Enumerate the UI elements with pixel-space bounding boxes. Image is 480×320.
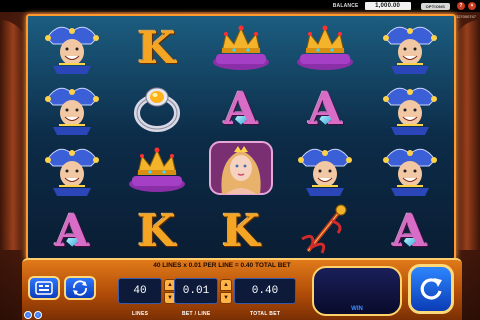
reel-cell: K — [114, 201, 198, 262]
reel-cell: A — [283, 79, 367, 140]
reel-cell: A — [30, 201, 114, 262]
jester-symbol — [39, 18, 105, 79]
reel-cell — [283, 18, 367, 79]
king-symbol: K — [137, 205, 176, 257]
reel-cell — [199, 140, 283, 201]
reel-cell — [283, 140, 367, 201]
win-display: WIN — [312, 266, 402, 316]
footer-icons: ♪ i — [24, 311, 42, 319]
status-bar: BALANCE 1,000.00 OPTIONS ? × — [0, 0, 480, 12]
spin-icon — [420, 278, 442, 300]
jester-symbol — [292, 140, 358, 201]
paytable-button[interactable] — [28, 276, 60, 300]
king-symbol: K — [137, 22, 176, 74]
reel-cell — [114, 79, 198, 140]
reel-cell: K — [199, 201, 283, 262]
scepter-symbol — [292, 201, 358, 262]
crown-symbol — [124, 140, 190, 201]
ace-symbol: A — [392, 205, 427, 257]
reels-grid: K AA A K K A — [30, 18, 452, 256]
paytable-icon — [35, 281, 53, 295]
autoplay-icon — [73, 280, 87, 296]
princess-symbol — [208, 140, 274, 201]
ace-symbol: A — [308, 83, 343, 135]
control-panel: 40 LINES x 0.01 PER LINE = 0.40 TOTAL BE… — [22, 258, 462, 320]
jester-symbol — [377, 18, 443, 79]
bet-per-line-label: BET / LINE — [182, 311, 211, 317]
crown-symbol — [292, 18, 358, 79]
spin-button[interactable] — [408, 264, 454, 314]
autoplay-button[interactable] — [64, 276, 96, 300]
reel-cell: A — [199, 79, 283, 140]
total-bet-label: TOTAL BET — [250, 311, 281, 317]
reel-cell — [368, 18, 452, 79]
reel-cell — [30, 18, 114, 79]
bet-decrease-button[interactable]: ▼ — [220, 291, 232, 304]
crown-symbol — [208, 18, 274, 79]
game-id: 1327000747 — [453, 14, 476, 19]
bet-per-line-stepper: 0.01 ▲ ▼ — [174, 276, 232, 306]
king-symbol: K — [221, 205, 261, 257]
info-icon[interactable]: i — [34, 311, 42, 319]
total-bet-display: 0.40 — [234, 278, 296, 304]
reel-cell — [30, 140, 114, 201]
bet-summary: 40 LINES x 0.01 PER LINE = 0.40 TOTAL BE… — [153, 262, 291, 269]
left-pillar — [0, 20, 26, 250]
jester-symbol — [377, 79, 443, 140]
close-icon[interactable]: × — [468, 2, 476, 10]
help-icon[interactable]: ? — [457, 2, 465, 10]
reel-cell — [368, 140, 452, 201]
reel-cell — [368, 79, 452, 140]
win-label: WIN — [351, 306, 363, 312]
options-button[interactable]: OPTIONS — [420, 2, 450, 10]
right-pillar — [454, 20, 480, 250]
lines-stepper: 40 ▲ ▼ — [118, 276, 176, 306]
sound-icon[interactable]: ♪ — [24, 311, 32, 319]
jester-symbol — [39, 79, 105, 140]
bet-increase-button[interactable]: ▲ — [220, 278, 232, 291]
ace-symbol: A — [223, 83, 259, 135]
reel-cell — [114, 140, 198, 201]
lines-display: 40 — [118, 278, 162, 304]
reel-cell — [199, 18, 283, 79]
lines-label: LINES — [132, 311, 149, 317]
ring-symbol — [124, 79, 190, 140]
balance-value: 1,000.00 — [364, 2, 411, 10]
jester-symbol — [39, 140, 105, 201]
total-bet-group: 0.40 — [234, 276, 296, 306]
ace-symbol: A — [55, 205, 90, 257]
balance-label: BALANCE — [332, 3, 359, 9]
reels-frame: K AA A K K A — [26, 14, 456, 260]
jester-symbol — [377, 140, 443, 201]
reel-cell — [283, 201, 367, 262]
reel-cell — [30, 79, 114, 140]
reel-cell: A — [368, 201, 452, 262]
bet-per-line-display: 0.01 — [174, 278, 218, 304]
reel-cell: K — [114, 18, 198, 79]
